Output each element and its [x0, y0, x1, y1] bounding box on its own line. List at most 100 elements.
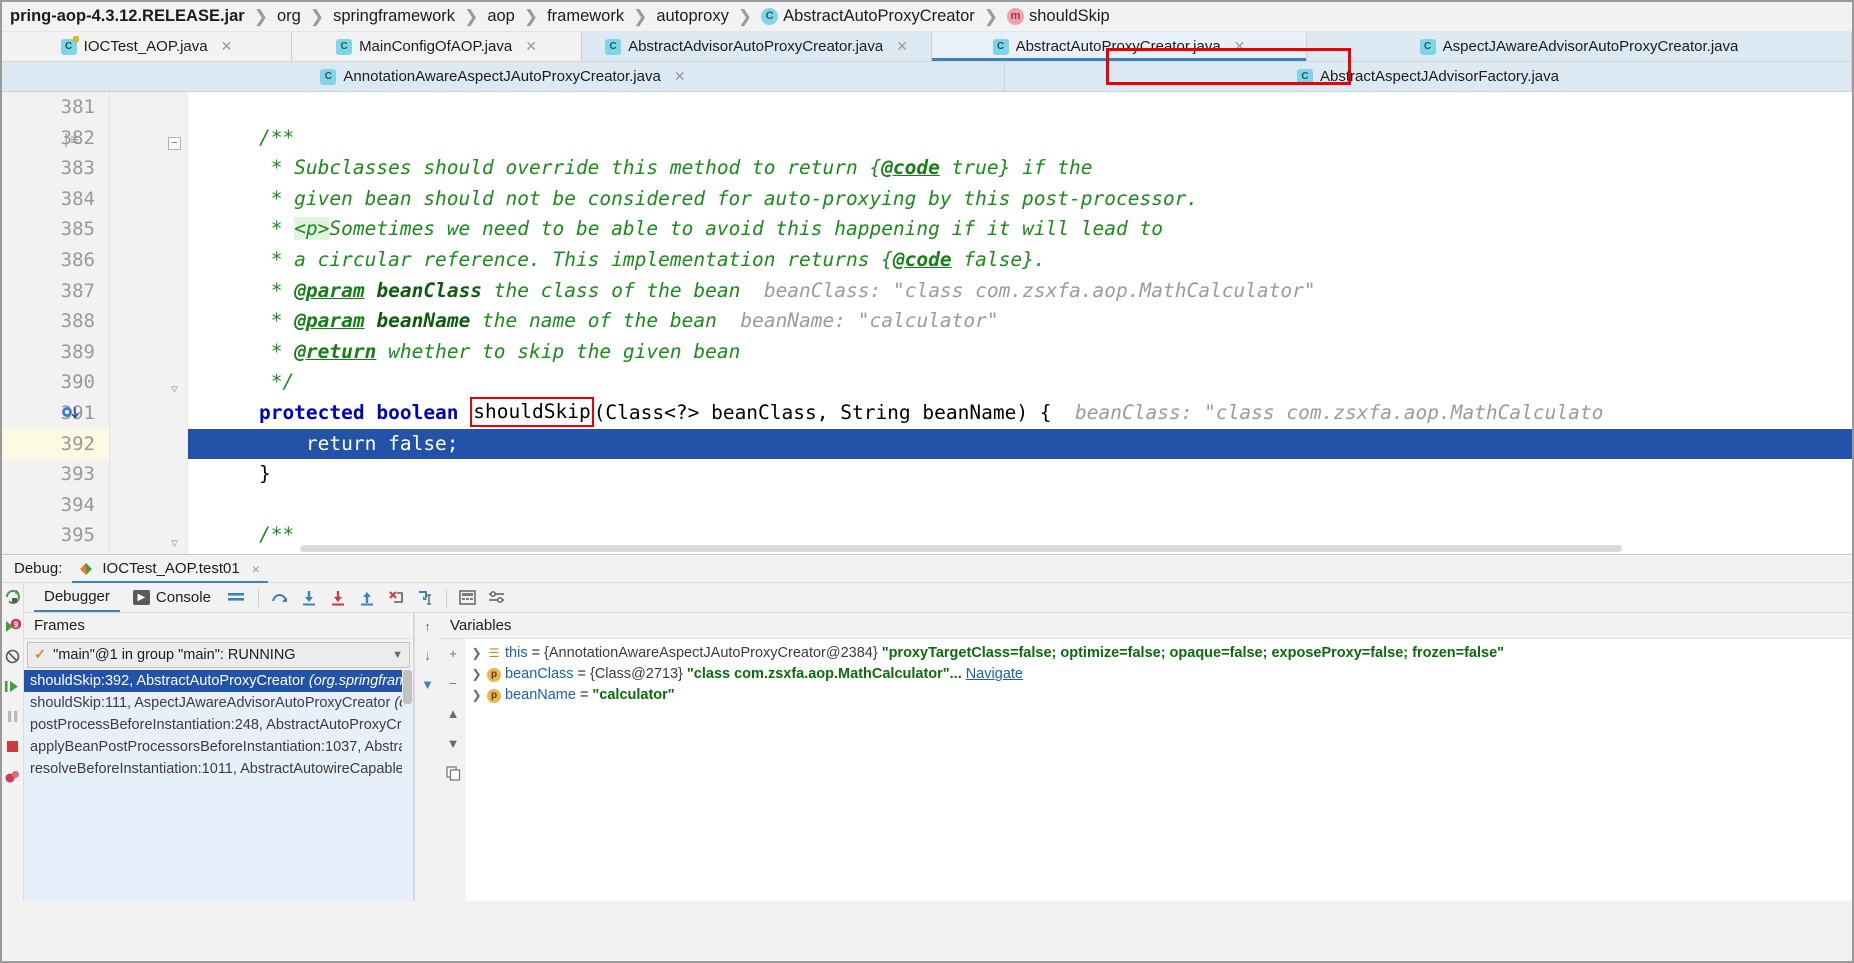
- code-line-390[interactable]: */: [188, 367, 1852, 398]
- frames-scrollbar[interactable]: [402, 670, 413, 901]
- breadcrumb-item-framework[interactable]: framework: [545, 7, 626, 26]
- chevron-down-icon[interactable]: ▼: [392, 649, 403, 661]
- run-to-cursor-icon[interactable]: [412, 586, 438, 610]
- breadcrumb-separator: ❯: [253, 6, 268, 26]
- remove-watch-icon[interactable]: −: [443, 673, 463, 693]
- add-watch-icon[interactable]: +: [443, 643, 463, 663]
- code-line-388[interactable]: * @param beanName the name of the bean b…: [188, 306, 1852, 337]
- code-line-392[interactable]: return false;: [188, 428, 1852, 460]
- code-editor[interactable]: 381 382 383 384 385 386 387 388 389 390 …: [2, 92, 1852, 555]
- step-into-icon[interactable]: [296, 586, 322, 610]
- code-line-386[interactable]: * a circular reference. This implementat…: [188, 245, 1852, 276]
- pause-icon[interactable]: [4, 707, 22, 725]
- settings-icon[interactable]: [484, 586, 510, 610]
- idea-window: pring-aop-4.3.12.RELEASE.jar ❯ org ❯ spr…: [0, 0, 1854, 963]
- breadcrumb-item-method[interactable]: m shouldSkip: [1005, 7, 1112, 26]
- chevron-right-icon[interactable]: ❯: [470, 643, 483, 664]
- tab-label: AbstractAspectJAdvisorFactory.java: [1320, 68, 1559, 85]
- view-breakpoints-icon[interactable]: [4, 767, 22, 785]
- fold-collapse-icon[interactable]: −: [168, 137, 181, 150]
- breakpoint-icon[interactable]: [60, 404, 80, 424]
- thread-selector[interactable]: ✓ "main"@1 in group "main": RUNNING ▼: [27, 642, 410, 668]
- object-icon: ☰: [488, 646, 500, 660]
- debug-session-tab[interactable]: IOCTest_AOP.test01 ×: [72, 557, 268, 583]
- arrow-up-icon[interactable]: ↑: [418, 616, 438, 636]
- tab-abstractautoproxycreator[interactable]: C AbstractAutoProxyCreator.java ✕: [932, 32, 1307, 61]
- frames-list[interactable]: shouldSkip:392, AbstractAutoProxyCreator…: [24, 670, 402, 901]
- breadcrumb-item-aop[interactable]: aop: [485, 7, 517, 26]
- close-icon[interactable]: ✕: [674, 68, 686, 85]
- tab-console[interactable]: ▶ Console: [123, 583, 221, 612]
- evaluate-icon[interactable]: [455, 586, 481, 610]
- breadcrumb-jar[interactable]: pring-aop-4.3.12.RELEASE.jar: [8, 7, 247, 26]
- code-line-389[interactable]: * @return whether to skip the given bean: [188, 337, 1852, 368]
- close-icon[interactable]: ✕: [1234, 38, 1246, 55]
- stop-icon[interactable]: [4, 737, 22, 755]
- move-down-icon[interactable]: ▼: [443, 733, 463, 753]
- copy-icon[interactable]: [443, 763, 463, 783]
- fold-marker-icon[interactable]: ▿: [168, 382, 181, 395]
- variable-row-this[interactable]: ❯ ☰ this = {AnnotationAwareAspectJAutoPr…: [466, 643, 1852, 664]
- close-icon[interactable]: ✕: [896, 38, 908, 55]
- breadcrumb-item-autoproxy[interactable]: autoproxy: [654, 7, 730, 26]
- close-icon[interactable]: ✕: [221, 38, 233, 55]
- code-line-394[interactable]: [188, 490, 1852, 521]
- code-line-393[interactable]: }: [188, 459, 1852, 490]
- step-over-icon[interactable]: [267, 586, 293, 610]
- tab-debugger[interactable]: Debugger: [34, 583, 120, 612]
- frame-row[interactable]: shouldSkip:392, AbstractAutoProxyCreator…: [24, 670, 402, 692]
- drop-frame-icon[interactable]: [383, 586, 409, 610]
- code-line-385[interactable]: * <p>Sometimes we need to be able to avo…: [188, 214, 1852, 245]
- code-line-387[interactable]: * @param beanClass the class of the bean…: [188, 276, 1852, 307]
- tab-mainconfigofaop[interactable]: C MainConfigOfAOP.java ✕: [292, 32, 582, 61]
- variable-row-beanclass[interactable]: ❯ p beanClass = {Class@2713} "class com.…: [466, 664, 1852, 685]
- variable-row-beanname[interactable]: ❯ p beanName = "calculator": [466, 685, 1852, 706]
- mute-breakpoints-icon[interactable]: [4, 647, 22, 665]
- move-up-icon[interactable]: ▲: [443, 703, 463, 723]
- code-lines[interactable]: /** * Subclasses should override this me…: [188, 92, 1852, 554]
- tab-aspectjawareadvisorautoproxycreator[interactable]: C AspectJAwareAdvisorAutoProxyCreator.ja…: [1307, 32, 1852, 61]
- scrollbar-thumb[interactable]: [403, 670, 412, 704]
- inline-debug-hint-signature: beanClass: "class com.zsxfa.aop.MathCalc…: [1075, 400, 1604, 424]
- frame-row[interactable]: resolveBeforeInstantiation:1011, Abstrac…: [24, 758, 402, 780]
- close-icon[interactable]: ✕: [525, 38, 537, 55]
- debug-session-name: IOCTest_AOP.test01: [102, 560, 240, 577]
- editor-gutter[interactable]: 381 382 383 384 385 386 387 388 389 390 …: [2, 92, 110, 554]
- close-icon[interactable]: ×: [252, 561, 260, 577]
- tab-ioctest-aop[interactable]: C IOCTest_AOP.java ✕: [2, 32, 292, 61]
- selected-token-shouldskip[interactable]: shouldSkip: [470, 397, 594, 428]
- step-out-icon[interactable]: [354, 586, 380, 610]
- thread-label: "main"@1 in group "main": RUNNING: [53, 647, 296, 663]
- breadcrumb-item-org[interactable]: org: [275, 7, 303, 26]
- tab-abstractaspectjadvisorfactory[interactable]: C AbstractAspectJAdvisorFactory.java: [1005, 62, 1852, 91]
- editor-horizontal-scrollbar[interactable]: [300, 545, 1622, 552]
- chevron-right-icon[interactable]: ❯: [470, 685, 483, 706]
- resume-icon[interactable]: [4, 677, 22, 695]
- breadcrumb-item-springframework[interactable]: springframework: [331, 7, 457, 26]
- java-class-icon: C: [60, 35, 79, 55]
- code-line-391[interactable]: protected boolean shouldSkip (Class<?> be…: [188, 397, 1852, 429]
- frame-row[interactable]: postProcessBeforeInstantiation:248, Abst…: [24, 714, 402, 736]
- resume-program-badge-icon[interactable]: 9: [4, 617, 22, 635]
- filter-icon[interactable]: ▼: [418, 674, 438, 694]
- frame-row[interactable]: applyBeanPostProcessorsBeforeInstantiati…: [24, 736, 402, 758]
- line-number: 395: [60, 524, 95, 547]
- arrow-down-icon[interactable]: ↓: [418, 645, 438, 665]
- layout-icon[interactable]: [224, 586, 250, 610]
- code-line-384[interactable]: * given bean should not be considered fo…: [188, 184, 1852, 215]
- code-line-381[interactable]: [188, 92, 1852, 123]
- breadcrumb-item-class[interactable]: C AbstractAutoProxyCreator: [759, 7, 977, 26]
- fold-marker-icon[interactable]: ▿: [168, 536, 181, 549]
- variables-tree[interactable]: ❯ ☰ this = {AnnotationAwareAspectJAutoPr…: [466, 639, 1852, 901]
- code-line-383[interactable]: * Subclasses should override this method…: [188, 153, 1852, 184]
- code-line-382[interactable]: /**: [188, 123, 1852, 154]
- navigate-link[interactable]: Navigate: [966, 664, 1023, 685]
- rerun-icon[interactable]: [4, 587, 22, 605]
- editor-fold-gutter[interactable]: − ▿ ▿ −: [110, 92, 188, 554]
- chevron-right-icon[interactable]: ❯: [470, 664, 483, 685]
- variable-value: "proxyTargetClass=false; optimize=false;…: [881, 645, 1505, 661]
- frame-row[interactable]: shouldSkip:111, AspectJAwareAdvisorAutoP…: [24, 692, 402, 714]
- tab-abstractadvisorautoproxycreator[interactable]: C AbstractAdvisorAutoProxyCreator.java ✕: [582, 32, 932, 61]
- force-step-into-icon[interactable]: [325, 586, 351, 610]
- tab-annotationawareaspectjautoproxycreator[interactable]: C AnnotationAwareAspectJAutoProxyCreator…: [2, 62, 1005, 91]
